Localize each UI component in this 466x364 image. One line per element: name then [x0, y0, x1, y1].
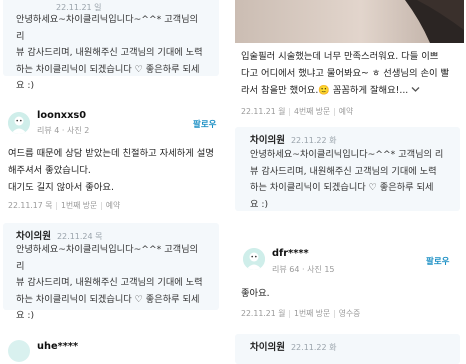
review-meta: 22.11.17 목 | 1번째 방문 | 예약: [8, 201, 121, 210]
visit-date: 22.11.17 목: [8, 201, 53, 210]
chevron-down-icon: [411, 87, 420, 92]
reviewer-stats: 리뷰 4 · 사진 2: [37, 126, 90, 135]
reply-date: 22.11.24 목: [56, 232, 103, 241]
reply-author: 차이의원: [16, 231, 51, 242]
reply-text: 안녕하세요~차이클리닉입니다~^^* 고객님의 리 뷰 감사드리며, 내원해주신…: [250, 149, 444, 210]
follow-button[interactable]: 팔로우: [426, 255, 449, 267]
review-card: dfr**** 리뷰 64 · 사진 15 팔로우 좋아요. 22.11.21 …: [235, 240, 466, 320]
owner-reply: 차이의원 22.11.22 화: [235, 334, 460, 364]
reviewer-stats: 리뷰 64 · 사진 15: [272, 265, 335, 274]
reviewer-nickname[interactable]: uhe****: [37, 341, 78, 352]
review-meta: 22.11.21 월 | 1번째 방문 | 영수증: [241, 309, 361, 318]
visit-type: 예약: [338, 107, 354, 116]
owner-reply: 22.11.21 일 안녕하세요~차이클리닉입니다~^^* 고객님의 리 뷰 감…: [3, 0, 219, 91]
avatar[interactable]: [8, 112, 30, 134]
review-photo[interactable]: [235, 0, 464, 43]
follow-button[interactable]: 팔로우: [193, 118, 216, 130]
review-card: uhe****: [0, 336, 230, 362]
reply-text: 안녕하세요~차이클리닉입니다~^^* 고객님의 리 뷰 감사드리며, 내원해주신…: [16, 244, 203, 321]
reply-author: 차이의원: [250, 135, 285, 146]
owner-reply: 차이의원 22.11.24 목 안녕하세요~차이클리닉입니다~^^* 고객님의 리…: [3, 223, 219, 321]
visit-date: 22.11.21 월: [241, 107, 286, 116]
owner-reply: 차이의원 22.11.22 화 안녕하세요~차이클리닉입니다~^^* 고객님의 리…: [235, 127, 460, 211]
reply-text: 안녕하세요~차이클리닉입니다~^^* 고객님의 리 뷰 감사드리며, 내원해주신…: [16, 14, 203, 91]
avatar-icon: [243, 248, 265, 270]
reviewer-nickname[interactable]: loonxxs0: [37, 110, 86, 121]
visit-count: 4번째 방문: [294, 107, 331, 116]
visit-count: 1번째 방문: [61, 201, 98, 210]
visit-type: 영수증: [338, 309, 361, 318]
review-card: loonxxs0 리뷰 4 · 사진 2 팔로우 여드름 때문에 상담 받았는데…: [0, 100, 230, 210]
reviewer-nickname[interactable]: dfr****: [272, 248, 309, 259]
review-meta: 22.11.21 월 | 4번째 방문 | 예약: [241, 107, 354, 116]
visit-type: 예약: [105, 201, 121, 210]
avatar[interactable]: [243, 248, 265, 270]
avatar-icon: [8, 112, 30, 134]
more-button[interactable]: [411, 82, 420, 99]
visit-date: 22.11.21 월: [241, 309, 286, 318]
visit-count: 1번째 방문: [294, 309, 331, 318]
review-text[interactable]: 입술필러 시술했는데 너무 만족스러워요. 다들 이쁘 다고 어디에서 했냐고 …: [241, 48, 466, 99]
review-text[interactable]: 좋아요.: [241, 285, 270, 302]
review-photo-image: [235, 0, 464, 43]
review-text[interactable]: 여드름 때문에 상담 받았는데 친절하고 자세하게 설명 해주셔서 좋았습니다.…: [8, 145, 230, 196]
reply-date: 22.11.22 화: [290, 136, 337, 145]
reply-date: 22.11.21 일: [56, 3, 102, 12]
avatar[interactable]: [8, 340, 30, 362]
